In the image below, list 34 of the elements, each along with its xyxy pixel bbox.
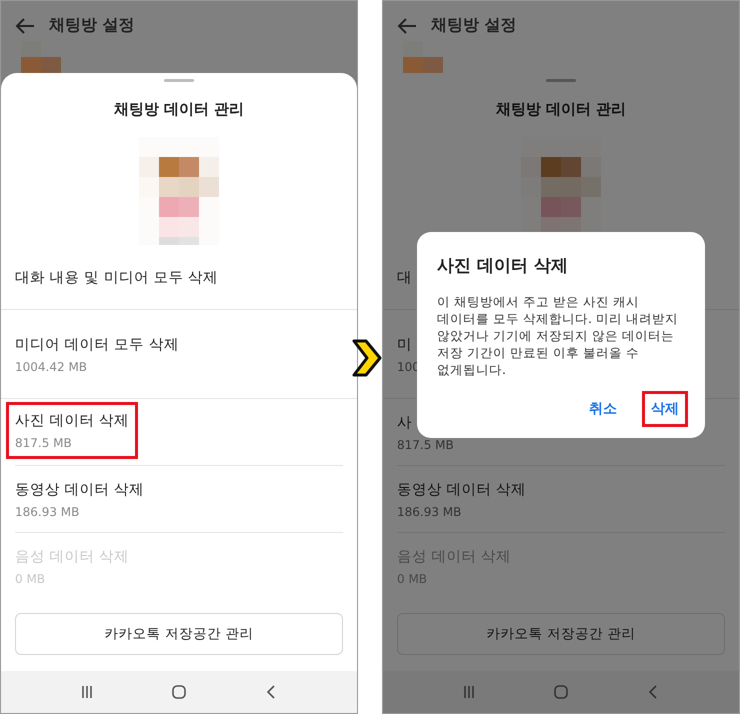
storage-manage-button[interactable]: 카카오톡 저장공간 관리 bbox=[15, 613, 343, 655]
home-icon[interactable] bbox=[553, 684, 569, 700]
drag-handle[interactable] bbox=[546, 79, 576, 82]
sheet-title: 채팅방 데이터 관리 bbox=[496, 100, 626, 119]
back-arrow-icon[interactable] bbox=[397, 17, 417, 35]
back-arrow-icon[interactable] bbox=[15, 17, 35, 35]
menu-item-label[interactable]: 대 bbox=[397, 268, 412, 286]
menu-item-label[interactable]: 사 bbox=[397, 412, 412, 432]
storage-manage-button[interactable]: 카카오톡 저장공간 관리 bbox=[397, 613, 725, 655]
dialog-button[interactable]: 삭제 bbox=[645, 394, 685, 424]
data-size: 817.5 MB bbox=[397, 438, 454, 452]
menu-item-label[interactable]: 사진 데이터 삭제 bbox=[15, 411, 130, 430]
sheet-title: 채팅방 데이터 관리 bbox=[114, 100, 244, 119]
drag-handle[interactable] bbox=[164, 79, 194, 82]
recent-apps-icon[interactable] bbox=[461, 684, 477, 700]
menu-item-label: 음성 데이터 삭제 bbox=[397, 548, 512, 566]
menu-item-label[interactable]: 동영상 데이터 삭제 bbox=[15, 480, 144, 498]
data-size: 1004.42 MB bbox=[15, 360, 88, 374]
dialog-message: 이 채팅방에서 주고 받은 사진 캐시 데이터를 모두 삭제합니다. 미리 내려받지 않았거나 기기에 저장되지 않은 데이터는 저장 기간이 만료된 이후 불러올 수 없게됩니다. bbox=[437, 293, 680, 378]
dialog-button[interactable]: 취소 bbox=[583, 394, 623, 424]
data-size: 817.5 MB bbox=[15, 436, 73, 450]
menu-item-label[interactable]: 미 bbox=[397, 334, 412, 354]
chevron-arrow-icon bbox=[350, 338, 384, 378]
dialog-title: 사진 데이터 삭제 bbox=[437, 255, 568, 277]
data-size: 0 MB bbox=[397, 572, 428, 586]
screen-title: 채팅방 설정 bbox=[431, 15, 517, 36]
data-size: 186.93 MB bbox=[397, 504, 462, 518]
menu-item-label[interactable]: 동영상 데이터 삭제 bbox=[397, 480, 526, 498]
menu-item-label[interactable]: 미디어 데이터 모두 삭제 bbox=[15, 334, 179, 354]
menu-item-label[interactable]: 대화 내용 및 미디어 모두 삭제 bbox=[15, 268, 218, 286]
data-size: 186.93 MB bbox=[15, 504, 80, 518]
home-icon[interactable] bbox=[171, 684, 187, 700]
screen-title: 채팅방 설정 bbox=[49, 15, 135, 36]
recent-apps-icon[interactable] bbox=[79, 684, 95, 700]
